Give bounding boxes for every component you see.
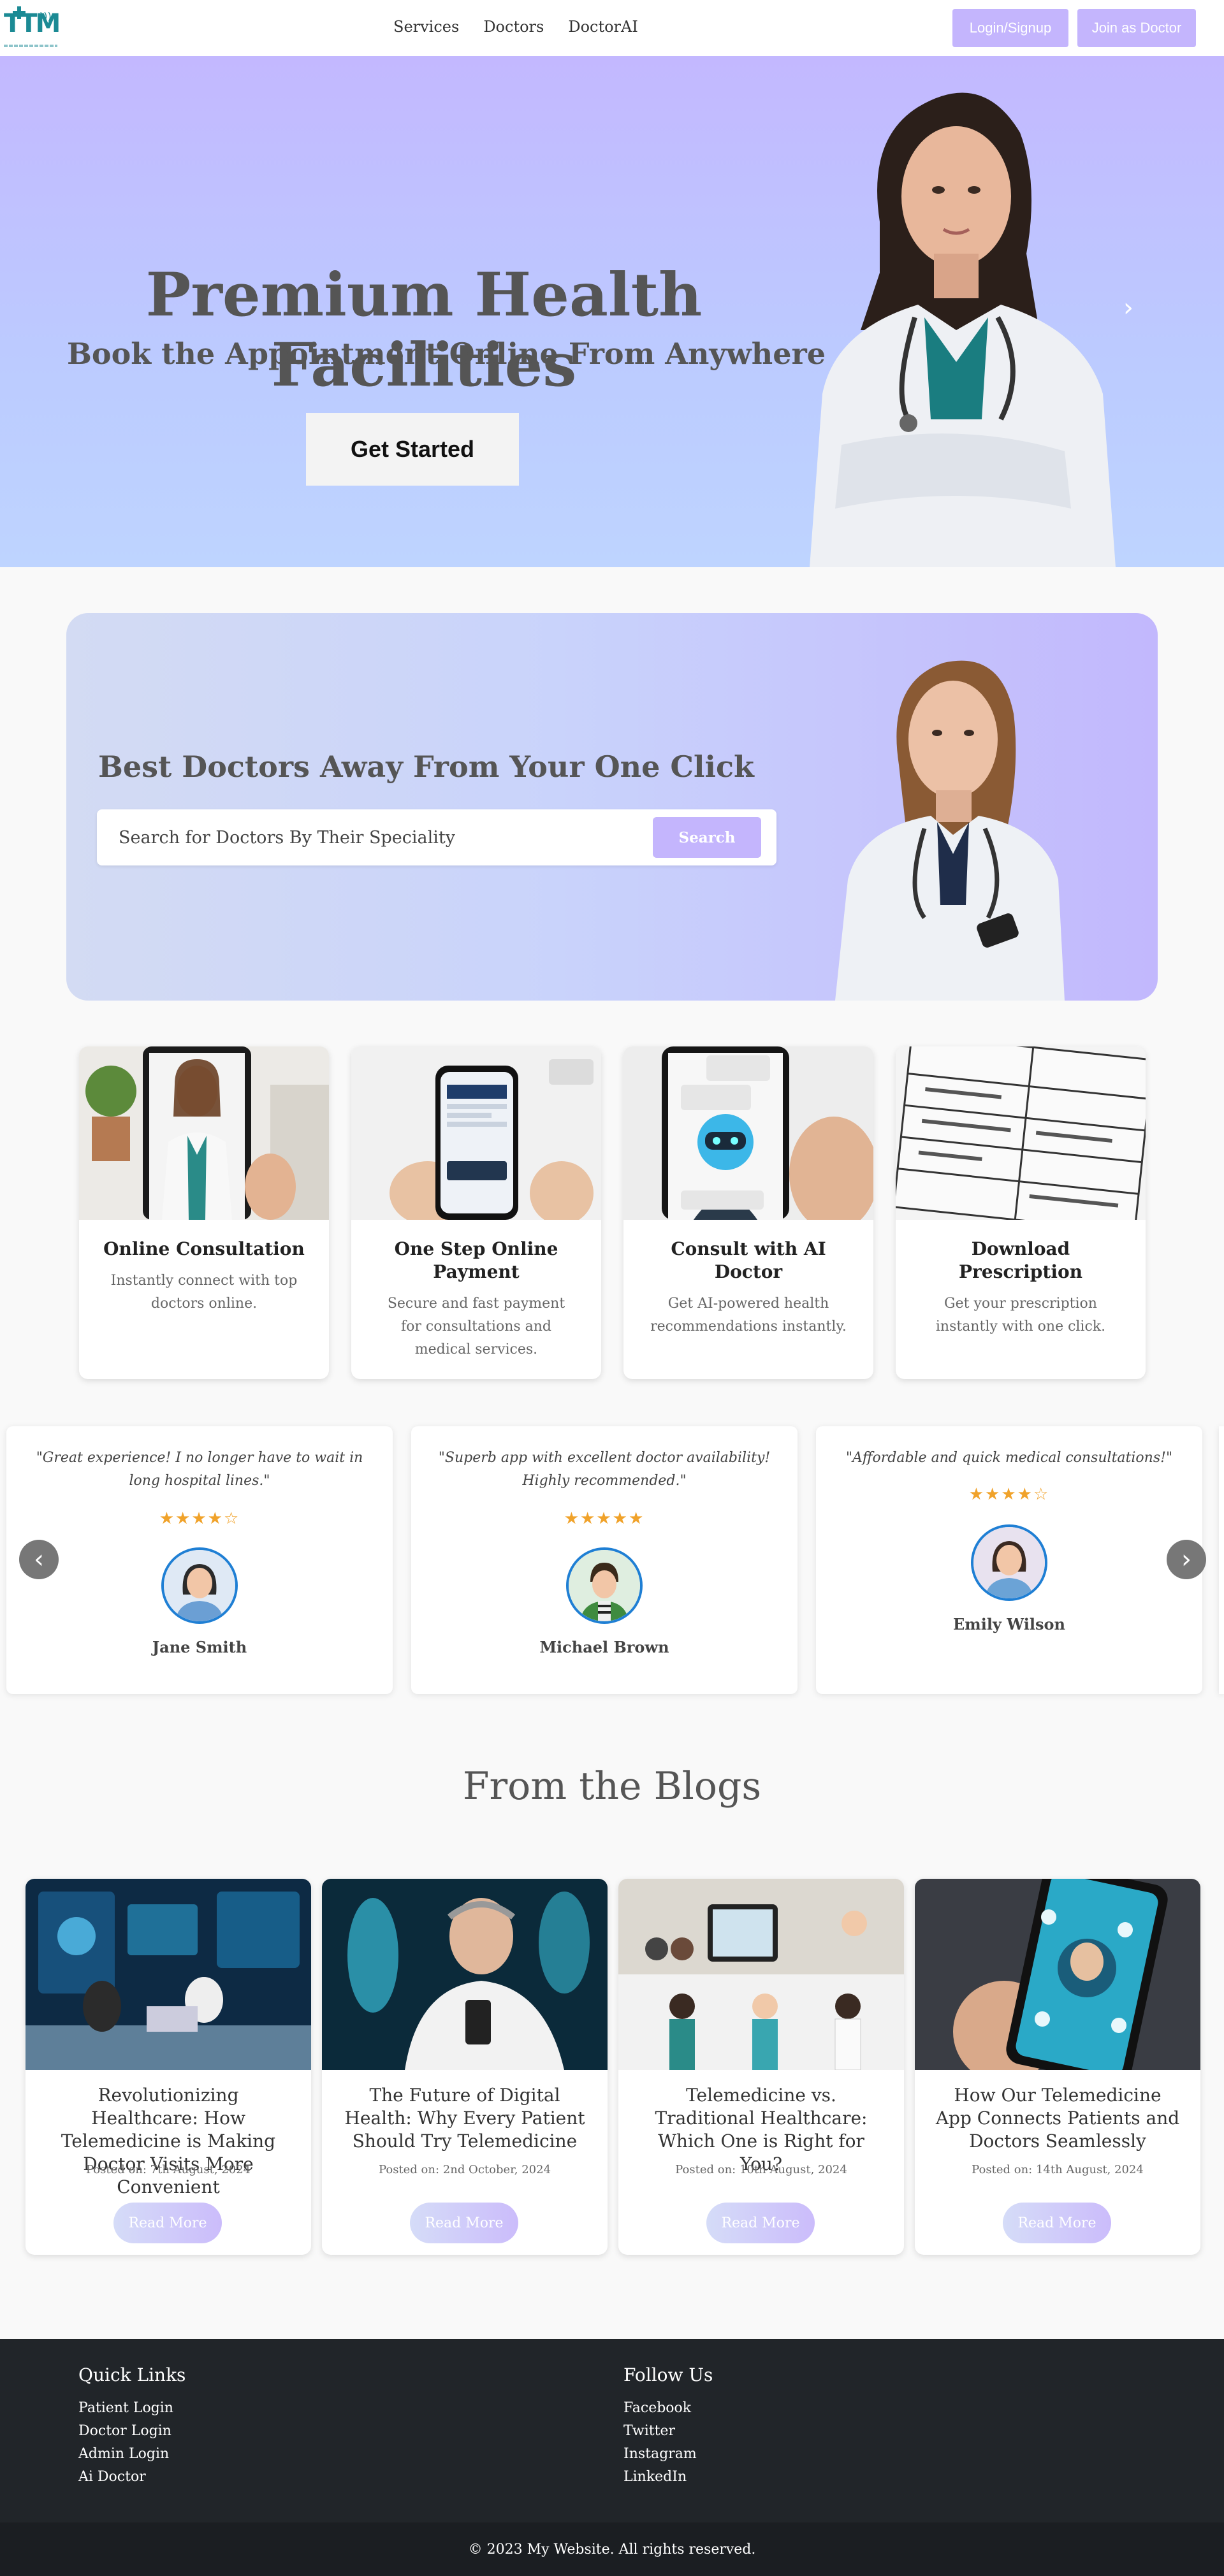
doctor-with-phone-image	[835, 660, 1065, 1001]
testimonial-name: Jane Smith	[152, 1638, 247, 1656]
online-consultation-image	[79, 1046, 329, 1220]
male-avatar-icon	[569, 1550, 640, 1621]
hero-next-arrow-icon[interactable]: ›	[1123, 293, 1133, 322]
blog-title[interactable]: Telemedicine vs. Traditional Healthcare:…	[618, 2084, 904, 2174]
doctor-hero-image	[810, 92, 1116, 567]
nav-link-services[interactable]: Services	[393, 18, 459, 36]
footer-link-twitter[interactable]: Twitter	[623, 2420, 713, 2443]
service-title: Consult with AI Doctor	[671, 1238, 826, 1282]
prescription-image	[896, 1046, 1146, 1220]
blog-image-app-connects	[915, 1879, 1200, 2070]
female-avatar-icon	[164, 1550, 235, 1621]
carousel-next-button[interactable]: ›	[1167, 1540, 1206, 1579]
doctor-search-section: Best Doctors Away From Your One Click Se…	[66, 613, 1158, 1001]
blog-image-clinic-comparison	[618, 1879, 904, 2070]
blog-date: Posted on: 14th August, 2024	[972, 2163, 1144, 2176]
footer-quick-links-title: Quick Links	[78, 2364, 186, 2385]
female-avatar-icon	[973, 1527, 1045, 1598]
testimonial-card: "Great experience! I no longer have to w…	[6, 1426, 393, 1694]
read-more-button[interactable]: Read More	[706, 2203, 815, 2243]
hero-title: Premium Health Facilities	[145, 260, 703, 400]
nav-link-doctorai[interactable]: DoctorAI	[568, 18, 638, 36]
service-card-online-payment[interactable]: One Step Online Payment Secure and fast …	[351, 1046, 601, 1379]
blog-title[interactable]: The Future of Digital Health: Why Every …	[322, 2084, 608, 2153]
get-started-button[interactable]: Get Started	[306, 413, 519, 486]
logo-tagline-decoration	[4, 45, 57, 47]
read-more-button[interactable]: Read More	[410, 2203, 518, 2243]
avatar	[971, 1524, 1047, 1601]
hero-banner: Premium Health Facilities Book the Appoi…	[0, 56, 1224, 567]
service-title: Online Consultation	[103, 1238, 305, 1259]
read-more-button[interactable]: Read More	[1003, 2203, 1111, 2243]
carousel-prev-button[interactable]: ‹	[19, 1540, 59, 1579]
service-title: Download Prescription	[958, 1238, 1082, 1282]
ai-doctor-image	[623, 1046, 873, 1220]
search-section-title: Best Doctors Away From Your One Click	[98, 749, 754, 784]
testimonial-quote: "Affordable and quick medical consultati…	[845, 1450, 1173, 1466]
blog-date: Posted on: 2nd October, 2024	[378, 2163, 551, 2176]
footer-link-patient-login[interactable]: Patient Login	[78, 2397, 186, 2420]
blog-date: Posted on: 10th August, 2024	[675, 2163, 847, 2176]
testimonial-quote: "Great experience! I no longer have to w…	[36, 1450, 363, 1489]
top-navbar: TTM ))) Services Doctors DoctorAI Login/…	[0, 0, 1224, 56]
join-as-doctor-button[interactable]: Join as Doctor	[1077, 9, 1196, 47]
service-description: Get your prescription instantly with one…	[935, 1296, 1106, 1335]
nav-links: Services Doctors DoctorAI	[393, 18, 662, 36]
blog-title[interactable]: How Our Telemedicine App Connects Patien…	[915, 2084, 1200, 2153]
doctor-search-input[interactable]	[119, 823, 616, 851]
footer-follow-title: Follow Us	[623, 2364, 713, 2385]
avatar	[566, 1547, 643, 1624]
testimonial-name: Emily Wilson	[953, 1615, 1065, 1633]
footer-link-ai-doctor[interactable]: Ai Doctor	[78, 2466, 186, 2489]
rating-stars-icon: ★★★★☆	[968, 1485, 1050, 1504]
rating-stars-icon: ★★★★★	[564, 1509, 645, 1528]
blog-card: Telemedicine vs. Traditional Healthcare:…	[618, 1879, 904, 2255]
site-logo[interactable]: TTM )))	[4, 6, 61, 52]
blog-card: The Future of Digital Health: Why Every …	[322, 1879, 608, 2255]
service-description: Secure and fast payment for consultation…	[387, 1296, 565, 1357]
blogs-heading: From the Blogs	[462, 1764, 762, 1809]
copyright-bar: © 2023 My Website. All rights reserved.	[0, 2522, 1224, 2576]
service-card-download-prescription[interactable]: Download Prescription Get your prescript…	[896, 1046, 1146, 1379]
footer-follow-us: Follow Us Facebook Twitter Instagram Lin…	[623, 2364, 713, 2489]
read-more-button[interactable]: Read More	[113, 2203, 222, 2243]
blog-title[interactable]: Revolutionizing Healthcare: How Telemedi…	[26, 2084, 311, 2197]
service-card-ai-doctor[interactable]: Consult with AI Doctor Get AI-powered he…	[623, 1046, 873, 1379]
footer-link-linkedin[interactable]: LinkedIn	[623, 2466, 713, 2489]
testimonial-quote: "Superb app with excellent doctor availa…	[438, 1450, 771, 1489]
search-button[interactable]: Search	[653, 817, 761, 858]
testimonial-name: Michael Brown	[539, 1638, 669, 1656]
hero-subtitle: Book the Appointment Online From Anywher…	[67, 336, 826, 371]
online-payment-image	[351, 1046, 601, 1220]
login-signup-button[interactable]: Login/Signup	[952, 9, 1068, 47]
footer: Quick Links Patient Login Doctor Login A…	[0, 2339, 1224, 2522]
footer-quick-links: Quick Links Patient Login Doctor Login A…	[78, 2364, 186, 2489]
service-description: Instantly connect with top doctors onlin…	[110, 1273, 298, 1312]
footer-link-doctor-login[interactable]: Doctor Login	[78, 2420, 186, 2443]
service-title: One Step Online Payment	[394, 1238, 558, 1282]
testimonial-card: "Superb app with excellent doctor availa…	[411, 1426, 798, 1694]
signal-icon: )))	[40, 10, 52, 22]
blog-date: Posted on: 7th August, 2024	[85, 2163, 251, 2176]
testimonial-card-partial	[1219, 1426, 1224, 1694]
blog-image-telemedicine-lab	[26, 1879, 311, 2070]
rating-stars-icon: ★★★★☆	[159, 1509, 240, 1528]
service-card-online-consultation[interactable]: Online Consultation Instantly connect wi…	[79, 1046, 329, 1379]
testimonial-card: "Affordable and quick medical consultati…	[816, 1426, 1202, 1694]
service-description: Get AI-powered health recommendations in…	[650, 1296, 847, 1335]
footer-link-facebook[interactable]: Facebook	[623, 2397, 713, 2420]
avatar	[161, 1547, 238, 1624]
footer-link-admin-login[interactable]: Admin Login	[78, 2443, 186, 2466]
blog-image-digital-health	[322, 1879, 608, 2070]
blog-card: Revolutionizing Healthcare: How Telemedi…	[26, 1879, 311, 2255]
footer-link-instagram[interactable]: Instagram	[623, 2443, 713, 2466]
blog-card: How Our Telemedicine App Connects Patien…	[915, 1879, 1200, 2255]
nav-link-doctors[interactable]: Doctors	[483, 18, 544, 36]
search-bar: Search	[97, 809, 776, 865]
